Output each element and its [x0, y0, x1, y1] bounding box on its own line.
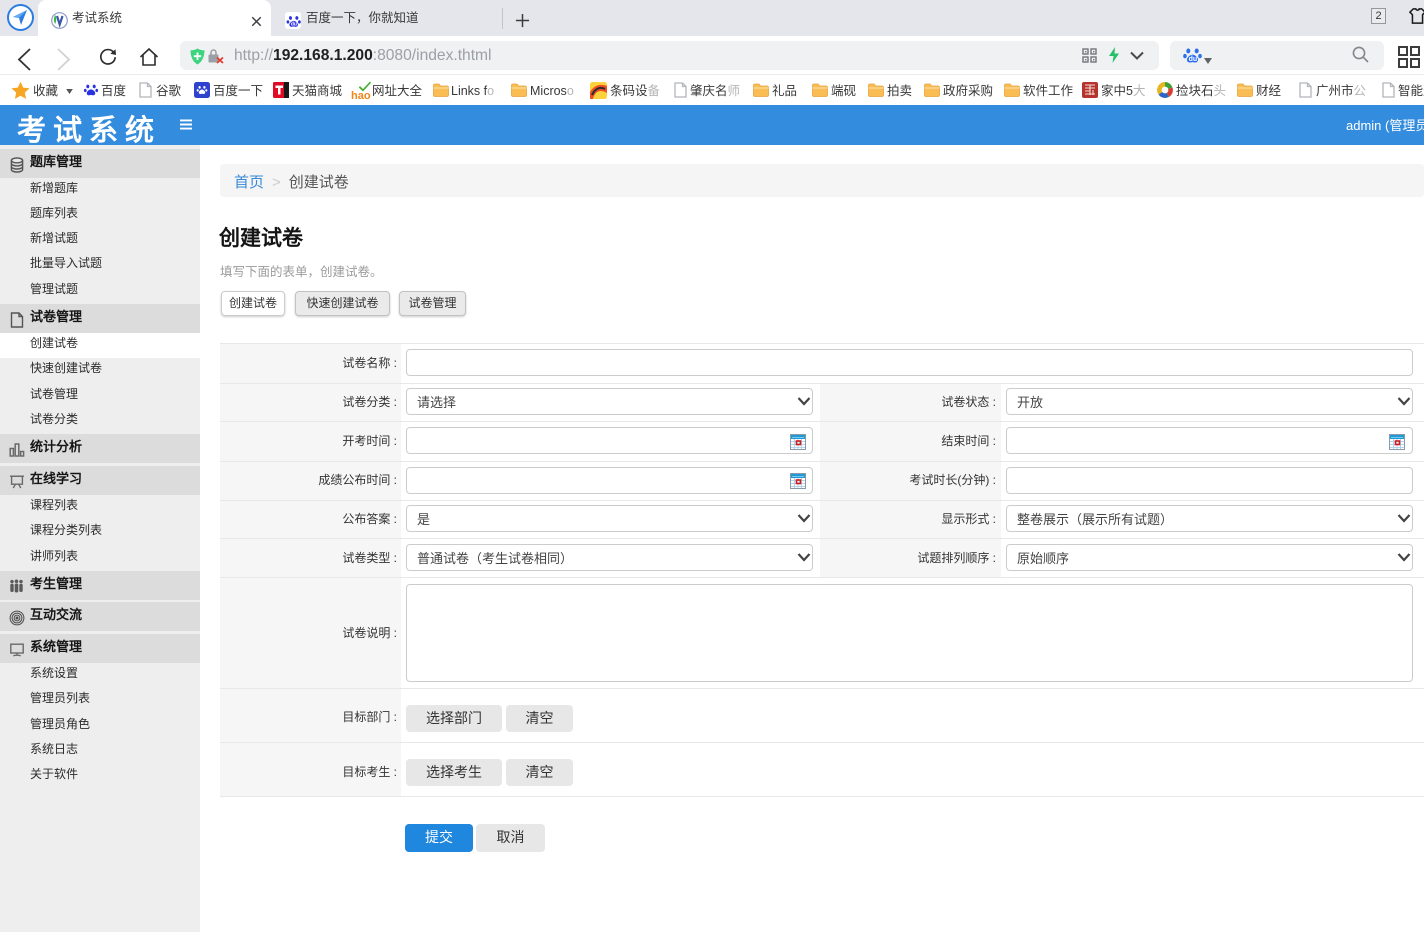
svg-text:hao: hao [351, 90, 371, 101]
svg-text:du: du [291, 22, 297, 28]
svg-text:du: du [1189, 56, 1198, 63]
